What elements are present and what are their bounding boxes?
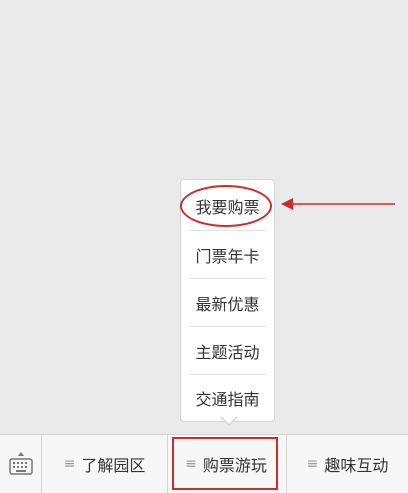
list-icon: ≡ [185, 456, 197, 472]
keyboard-icon [8, 452, 33, 475]
submenu-item-label: 门票年卡 [195, 247, 260, 266]
menu-item-label: 趣味互动 [324, 456, 389, 475]
menu-item-label: 购票游玩 [202, 456, 267, 475]
submenu-item-label: 交通指南 [195, 390, 260, 409]
submenu-popup: 我要购票 门票年卡 最新优惠 主题活动 交通指南 [180, 179, 275, 422]
submenu-item-label: 主题活动 [195, 343, 260, 362]
annotation-arrow-icon [281, 198, 395, 210]
menu-item-about-park[interactable]: ≡ 了解园区 [42, 435, 167, 493]
keyboard-toggle-button[interactable] [0, 435, 42, 493]
menu-item-tickets-visit[interactable]: ≡ 购票游玩 [168, 435, 284, 493]
menu-item-fun-interaction[interactable]: ≡ 趣味互动 [287, 435, 408, 493]
submenu-item-label: 我要购票 [195, 198, 260, 217]
list-icon: ≡ [306, 456, 319, 472]
list-icon: ≡ [63, 456, 76, 472]
submenu-item-label: 最新优惠 [195, 295, 260, 314]
submenu-item-transport-guide[interactable]: 交通指南 [181, 374, 274, 422]
submenu-item-latest-offers[interactable]: 最新优惠 [181, 279, 274, 327]
menu-item-label: 了解园区 [81, 456, 146, 475]
popup-caret [221, 416, 237, 424]
submenu-item-annual-pass[interactable]: 门票年卡 [181, 231, 274, 279]
submenu-item-buy-ticket[interactable]: 我要购票 [181, 182, 274, 230]
submenu-item-theme-events[interactable]: 主题活动 [181, 327, 274, 375]
bottom-menu-bar: ≡ 了解园区 ≡ 购票游玩 ≡ 趣味互动 [0, 434, 408, 493]
